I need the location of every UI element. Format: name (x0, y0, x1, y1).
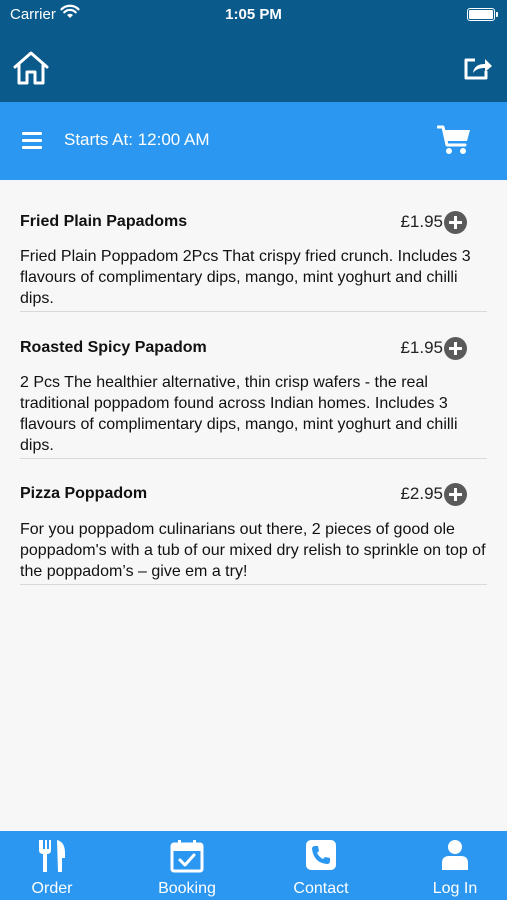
status-bar: Carrier 1:05 PM (0, 0, 507, 30)
sub-header: Starts At: 12:00 AM (0, 102, 507, 180)
tab-booking[interactable]: Booking (137, 831, 237, 900)
add-item-icon[interactable] (444, 483, 467, 506)
item-price: £2.95 (400, 484, 443, 503)
item-price: £1.95 (400, 338, 443, 357)
item-description: 2 Pcs The healthier alternative, thin cr… (20, 374, 458, 454)
home-icon[interactable] (12, 50, 50, 91)
item-description: For you poppadom culinarians out there, … (20, 521, 486, 580)
battery-icon (467, 8, 498, 21)
add-item-icon[interactable] (444, 337, 467, 360)
item-price: £1.95 (400, 212, 443, 231)
cutlery-icon (37, 839, 67, 878)
top-bar (0, 30, 507, 102)
item-name: Fried Plain Papadoms (20, 213, 188, 230)
menu-item-list: Fried Plain Papadoms £1.95 Fried Plain P… (0, 180, 507, 585)
calendar-icon (170, 839, 204, 878)
clock: 1:05 PM (225, 6, 282, 23)
tab-order[interactable]: Order (2, 831, 102, 900)
item-name: Roasted Spicy Papadom (20, 339, 207, 356)
menu-item: Roasted Spicy Papadom £1.95 2 Pcs The he… (20, 312, 487, 459)
user-icon (441, 839, 469, 876)
add-item-icon[interactable] (444, 211, 467, 234)
tab-booking-label: Booking (158, 880, 216, 897)
share-icon[interactable] (463, 56, 493, 85)
item-description: Fried Plain Poppadom 2Pcs That crispy fr… (20, 248, 471, 307)
item-name: Pizza Poppadom (20, 485, 148, 502)
tab-contact[interactable]: Contact (271, 831, 371, 900)
phone-icon (305, 839, 337, 876)
tab-log-in[interactable]: Log In (405, 831, 505, 900)
menu-item: Fried Plain Papadoms £1.95 Fried Plain P… (20, 180, 487, 312)
tab-log-in-label: Log In (432, 880, 478, 897)
bottom-tab-bar: Order Booking Contact Log In (0, 831, 507, 900)
cart-icon[interactable] (436, 124, 471, 161)
menu-item: Pizza Poppadom £2.95 For you poppadom cu… (20, 459, 487, 585)
tab-order-label: Order (31, 880, 73, 897)
hamburger-menu-icon[interactable] (22, 132, 42, 150)
tab-contact-label: Contact (293, 880, 349, 897)
starts-at-label: Starts At: 12:00 AM (64, 130, 210, 149)
